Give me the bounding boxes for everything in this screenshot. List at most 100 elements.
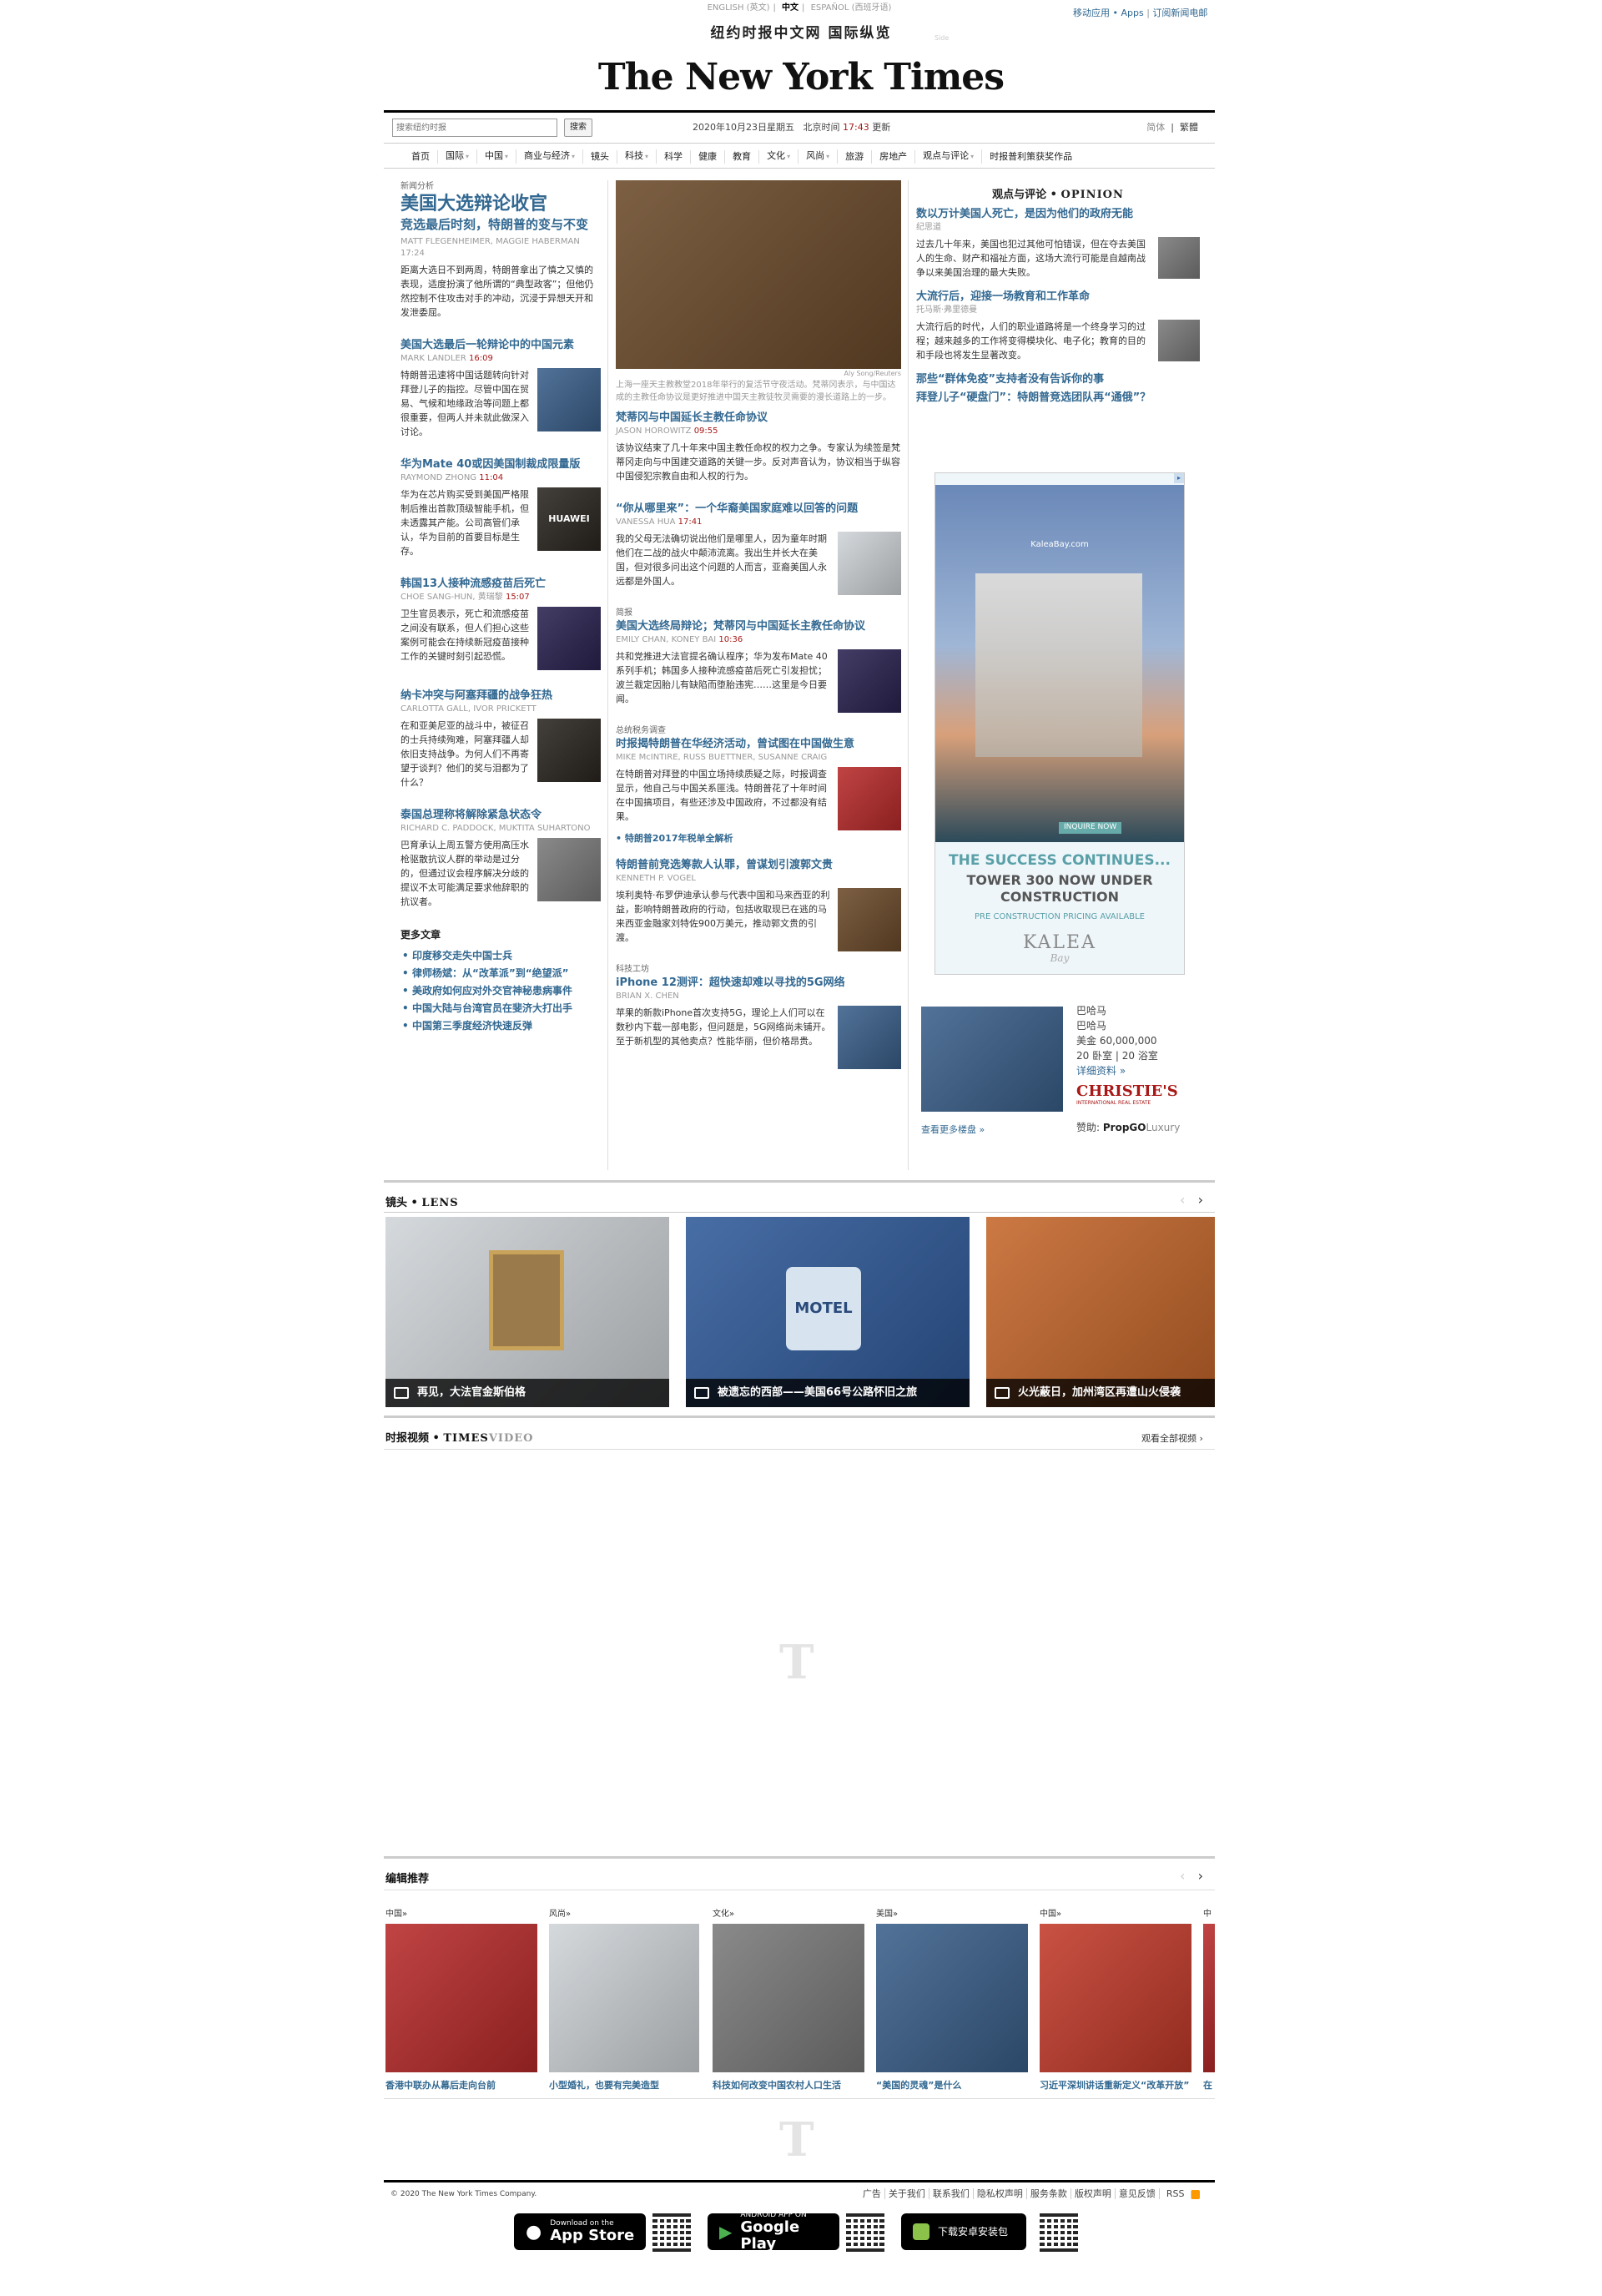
nav-home[interactable]: 首页 <box>404 149 438 164</box>
story-thumbnail[interactable] <box>838 767 901 830</box>
footer-link-copyright[interactable]: 版权声明 <box>1070 2188 1115 2199</box>
lang-chinese-link[interactable]: 中文 <box>782 3 798 13</box>
footer-link-rss[interactable]: RSS <box>1158 2188 1203 2199</box>
editors-card[interactable]: 文化» 科技如何改变中国农村人口生活 <box>713 1908 864 2092</box>
opinion-link[interactable]: 那些“群体免疫”支持者没有告诉你的事 <box>916 372 1200 387</box>
editors-card[interactable]: 中国» 香港中联办从幕后走向台前 <box>385 1908 537 2092</box>
story-headline[interactable]: 美国大选最后一轮辩论中的中国元素 <box>400 338 601 353</box>
lens-card[interactable]: 火光蔽日，加州湾区再遭山火侵袭 <box>986 1217 1215 1407</box>
lead-photo[interactable] <box>616 180 901 369</box>
editors-caption[interactable]: 香港中联办从幕后走向台前 <box>385 2079 537 2092</box>
editors-caption[interactable]: 小型婚礼，也要有完美造型 <box>549 2079 699 2092</box>
traditional-link[interactable]: 繁體 <box>1180 122 1198 133</box>
story-thumbnail[interactable] <box>838 1005 901 1069</box>
nav-science[interactable]: 科学 <box>657 149 692 164</box>
story-thumbnail[interactable] <box>537 607 601 670</box>
nav-tech[interactable]: 科技 ▾ <box>617 149 657 164</box>
editors-category[interactable]: 风尚» <box>549 1908 699 1920</box>
ad-choices-icon[interactable]: ▸ <box>1174 473 1184 483</box>
more-article-link[interactable]: 印度移交走失中国士兵 <box>400 947 601 965</box>
listing-details-link[interactable]: 详细资料 » <box>1076 1063 1202 1078</box>
nav-style[interactable]: 风尚 ▾ <box>798 149 839 164</box>
nav-real-estate[interactable]: 房地产 <box>872 149 916 164</box>
editors-caption[interactable]: 科技如何改变中国农村人口生活 <box>713 2079 864 2092</box>
editors-caption[interactable]: 习近平深圳讲话重新定义“改革开放” <box>1040 2079 1191 2092</box>
story-headline[interactable]: 数以万计美国人死亡，是因为他们的政府无能 <box>916 207 1200 222</box>
story-thumbnail[interactable] <box>537 719 601 782</box>
search-button[interactable]: 搜索 <box>564 119 592 137</box>
story-headline[interactable]: 美国大选终局辩论；梵蒂冈与中国延长主教任命协议 <box>616 619 901 634</box>
chevron-left-icon[interactable]: ‹ <box>1180 1192 1185 1208</box>
nav-health[interactable]: 健康 <box>691 149 726 164</box>
story-thumbnail[interactable] <box>838 532 901 595</box>
opinion-link[interactable]: 拜登儿子“硬盘门”：特朗普竞选团队再“通俄”？ <box>916 391 1200 406</box>
nav-travel[interactable]: 旅游 <box>838 149 873 164</box>
search-input[interactable] <box>392 119 557 137</box>
editors-caption[interactable]: 在 <box>1203 2079 1215 2092</box>
lead-subheadline[interactable]: 竞选最后时刻，特朗普的变与不变 <box>400 216 601 233</box>
story-thumbnail[interactable] <box>838 649 901 713</box>
android-apk-button[interactable]: 下载安卓安装包 <box>901 2213 1026 2250</box>
story-headline[interactable]: iPhone 12测评：超快速却难以寻找的5G网络 <box>616 976 901 991</box>
lang-english-link[interactable]: ENGLISH (英文) <box>708 3 770 13</box>
ad-inquire-button[interactable]: INQUIRE NOW <box>1059 822 1122 834</box>
editors-caption[interactable]: “美国的灵魂”是什么 <box>876 2079 1028 2092</box>
nav-world[interactable]: 国际 ▾ <box>438 149 478 164</box>
editors-category[interactable]: 中 <box>1203 1908 1215 1920</box>
lens-card[interactable]: 再见，大法官金斯伯格 <box>385 1217 669 1407</box>
editors-card[interactable]: 中国» 习近平深圳讲话重新定义“改革开放” <box>1040 1908 1191 2092</box>
story-headline[interactable]: 特朗普前竞选筹款人认罪，曾谋划引渡郭文贵 <box>616 858 901 873</box>
all-videos-link[interactable]: 观看全部视频 › <box>1141 1432 1203 1446</box>
more-article-link[interactable]: 美政府如何应对外交官神秘患病事件 <box>400 982 601 1000</box>
story-thumbnail[interactable] <box>537 838 601 901</box>
story-thumbnail[interactable]: HUAWEI <box>537 487 601 551</box>
more-article-link[interactable]: 中国大陆与台湾官员在斐济大打出手 <box>400 1000 601 1017</box>
nav-china[interactable]: 中国 ▾ <box>477 149 517 164</box>
google-play-button[interactable]: ▶ ANDROID APP ON Google Play <box>708 2211 839 2253</box>
chevron-right-icon[interactable]: › <box>1198 1868 1203 1884</box>
nav-culture[interactable]: 文化 ▾ <box>759 149 799 164</box>
app-store-button[interactable]: ● Download on the App Store <box>514 2213 646 2250</box>
chevron-right-icon[interactable]: › <box>1198 1192 1203 1208</box>
more-article-link[interactable]: 中国第三季度经济快速反弹 <box>400 1017 601 1035</box>
story-headline[interactable]: 大流行后，迎接一场教育和工作革命 <box>916 290 1200 305</box>
footer-link-ads[interactable]: 广告 <box>859 2188 884 2199</box>
apps-link[interactable]: 移动应用 • Apps <box>1073 8 1144 18</box>
related-link[interactable]: • 特朗普2017年税单全解析 <box>616 832 901 846</box>
lead-headline[interactable]: 美国大选辩论收官 <box>400 193 601 216</box>
editors-category[interactable]: 中国» <box>385 1908 537 1920</box>
story-headline[interactable]: “你从哪里来”：一个华裔美国家庭难以回答的问题 <box>616 502 901 517</box>
nav-education[interactable]: 教育 <box>725 149 760 164</box>
story-headline[interactable]: 华为Mate 40或因美国制裁成限量版 <box>400 457 601 472</box>
editors-category[interactable]: 中国» <box>1040 1908 1191 1920</box>
more-listings-link[interactable]: 查看更多楼盘 » <box>921 1123 985 1138</box>
nav-business[interactable]: 商业与经济 ▾ <box>516 149 584 164</box>
story-headline[interactable]: 时报揭特朗普在华经济活动，曾试图在中国做生意 <box>616 737 901 752</box>
story-headline[interactable]: 纳卡冲突与阿塞拜疆的战争狂热 <box>400 689 601 704</box>
editors-category[interactable]: 文化» <box>713 1908 864 1920</box>
lang-spanish-link[interactable]: ESPAÑOL (西班牙语) <box>811 3 892 13</box>
advertisement[interactable]: ▸ KaleaBay.com INQUIRE NOW THE SUCCESS C… <box>934 472 1185 975</box>
subscribe-link[interactable]: 订阅新闻电邮 <box>1152 8 1207 18</box>
footer-link-about[interactable]: 关于我们 <box>884 2188 929 2199</box>
nav-lens[interactable]: 镜头 <box>583 149 618 164</box>
columnist-avatar[interactable] <box>1158 236 1200 279</box>
editors-category[interactable]: 美国» <box>876 1908 1028 1920</box>
footer-link-contact[interactable]: 联系我们 <box>928 2188 973 2199</box>
chevron-left-icon[interactable]: ‹ <box>1180 1868 1185 1884</box>
nav-opinion[interactable]: 观点与评论 ▾ <box>915 149 983 164</box>
footer-link-feedback[interactable]: 意见反馈 <box>1114 2188 1159 2199</box>
nyt-logo[interactable]: The New York Times <box>0 50 1602 105</box>
story-thumbnail[interactable] <box>838 887 901 951</box>
lens-card[interactable]: MOTEL 被遗忘的西部——美国66号公路怀旧之旅 <box>686 1217 970 1407</box>
more-article-link[interactable]: 律师杨斌：从“改革派”到“绝望派” <box>400 965 601 982</box>
sponsor-name[interactable]: PropGO <box>1103 1122 1146 1133</box>
story-headline[interactable]: 泰国总理称将解除紧急状态令 <box>400 808 601 823</box>
editors-card[interactable]: 美国» “美国的灵魂”是什么 <box>876 1908 1028 2092</box>
simplified-link[interactable]: 简体 <box>1146 122 1165 133</box>
nav-pulitzer[interactable]: 时报普利策获奖作品 <box>982 150 1080 164</box>
editors-card-partial[interactable]: 中 在 <box>1203 1908 1215 2092</box>
story-headline[interactable]: 梵蒂冈与中国延长主教任命协议 <box>616 411 901 426</box>
story-headline[interactable]: 韩国13人接种流感疫苗后死亡 <box>400 577 601 592</box>
story-thumbnail[interactable] <box>537 368 601 431</box>
